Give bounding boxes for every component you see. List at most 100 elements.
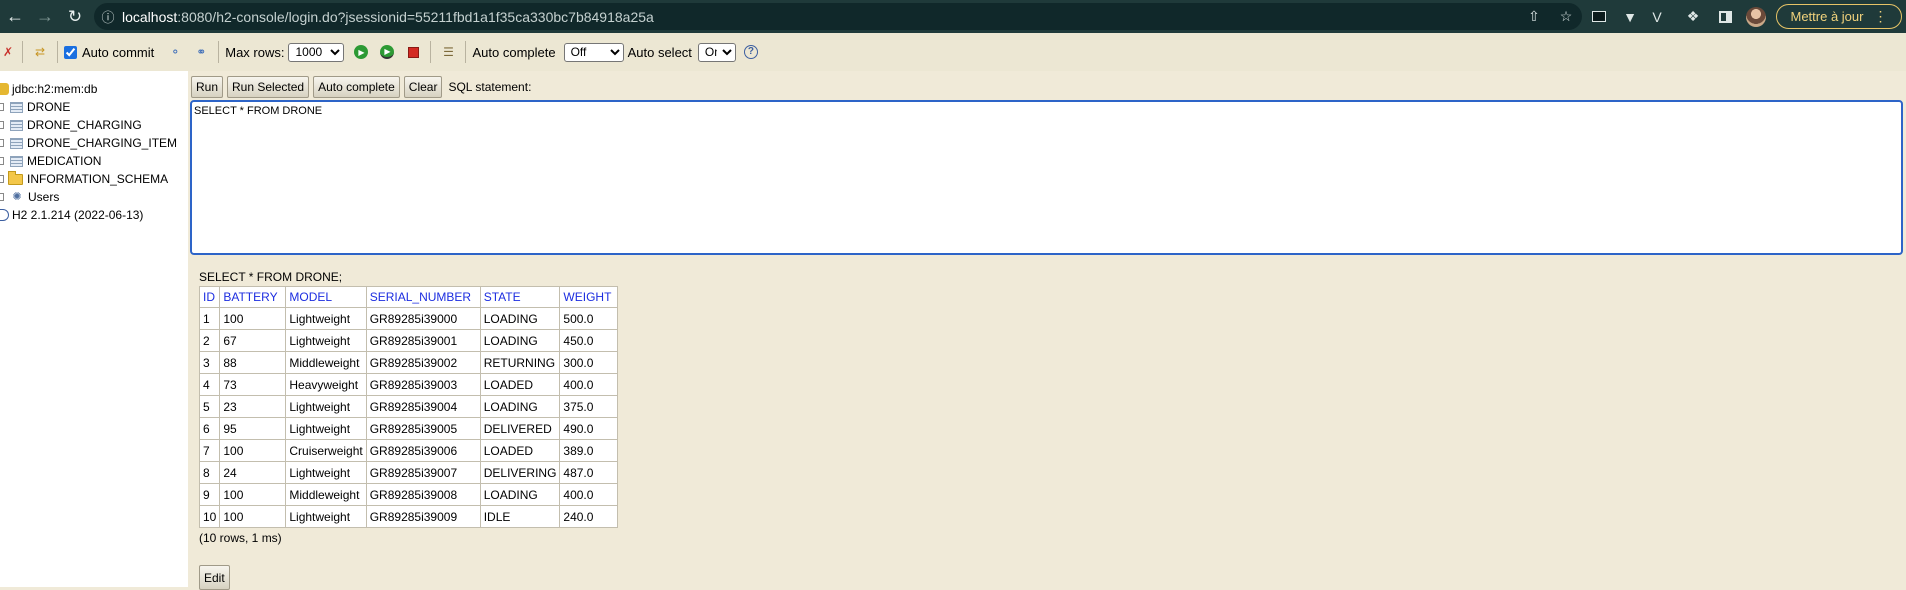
refresh-icon[interactable]: ⇄ xyxy=(29,43,51,61)
run-icon[interactable]: ▶ xyxy=(350,43,372,61)
side-panel-icon[interactable] xyxy=(1712,0,1738,33)
database-icon xyxy=(0,83,9,95)
commit-icon[interactable]: ⚬ xyxy=(164,43,186,61)
help-icon[interactable]: ? xyxy=(740,43,762,61)
auto-select-label: Auto select xyxy=(627,44,692,60)
table-cell: 3 xyxy=(198,351,221,374)
table-row: 10 100 Lightweight GR89285i39009 IDLE 240.0 xyxy=(198,505,619,528)
run-button[interactable]: Run xyxy=(191,76,224,98)
table-cell: 67 xyxy=(219,329,287,352)
expand-icon[interactable] xyxy=(0,188,10,206)
auto-complete-button[interactable]: Auto complete xyxy=(313,76,400,98)
auto-commit-checkbox[interactable] xyxy=(64,45,77,59)
disconnect-icon[interactable]: ✗ xyxy=(0,43,16,61)
table-cell: 7 xyxy=(198,439,221,462)
sql-editor[interactable]: SELECT * FROM DRONE xyxy=(190,100,1903,255)
schema-name: INFORMATION_SCHEMA xyxy=(27,172,169,186)
vue-extension-icon[interactable]: ▼ xyxy=(1617,0,1643,33)
table-cell: DELIVERED xyxy=(479,417,561,440)
history-icon[interactable]: ☰ xyxy=(437,43,459,61)
tree-table-drone[interactable]: DRONE xyxy=(0,98,188,116)
column-header[interactable]: SERIAL_NUMBER xyxy=(365,286,481,308)
table-cell: Lightweight xyxy=(285,307,367,330)
table-cell: 400.0 xyxy=(559,483,619,506)
table-cell: Middleweight xyxy=(285,351,367,374)
column-header[interactable]: ID xyxy=(198,286,221,308)
table-cell: 500.0 xyxy=(559,307,619,330)
table-row: 5 23 Lightweight GR89285i39004 LOADING 375.0 xyxy=(198,395,619,418)
table-name: DRONE_CHARGING xyxy=(27,118,142,132)
table-cell: Lightweight xyxy=(285,395,367,418)
site-info-icon[interactable]: ⓘ xyxy=(94,7,122,26)
result-rows: 1 100 Lightweight GR89285i39000 LOADING 500.0… xyxy=(198,307,619,528)
reload-icon[interactable]: ↻ xyxy=(60,0,90,33)
table-cell: GR89285i39005 xyxy=(365,417,481,440)
terminal-extension-icon[interactable] xyxy=(1586,0,1612,33)
edit-button[interactable]: Edit xyxy=(199,565,230,590)
table-cell: GR89285i39009 xyxy=(365,505,481,528)
update-label: Mettre à jour xyxy=(1790,9,1864,24)
table-cell: 73 xyxy=(219,373,287,396)
tree-users[interactable]: ✺ Users xyxy=(0,188,188,206)
stop-icon[interactable] xyxy=(402,43,424,61)
table-cell: Lightweight xyxy=(285,505,367,528)
expand-icon[interactable] xyxy=(0,152,10,170)
max-rows-select[interactable]: 1000 xyxy=(288,42,345,62)
back-arrow-icon[interactable]: ← xyxy=(0,0,30,33)
table-cell: 2 xyxy=(198,329,221,352)
url-path: :8080/h2-console/login.do?jsessionid=552… xyxy=(177,8,654,25)
table-cell: 100 xyxy=(219,505,287,528)
more-menu-icon: ⋮ xyxy=(1873,8,1888,24)
run-selected-icon[interactable]: ▶ xyxy=(376,43,398,61)
extension-v-icon[interactable]: V xyxy=(1644,0,1670,33)
table-row: 1 100 Lightweight GR89285i39000 LOADING 500.0 xyxy=(198,307,619,330)
tree-connection[interactable]: jdbc:h2:mem:db xyxy=(0,80,188,98)
update-browser-button[interactable]: Mettre à jour ⋮ xyxy=(1776,4,1902,29)
expand-icon[interactable] xyxy=(0,134,10,152)
table-row: 8 24 Lightweight GR89285i39007 DELIVERING 487… xyxy=(198,461,619,484)
auto-complete-label: Auto complete xyxy=(472,44,556,60)
url-host: localhost xyxy=(122,8,178,25)
table-cell: GR89285i39007 xyxy=(365,461,481,484)
table-cell: 8 xyxy=(198,461,221,484)
tree-information-schema[interactable]: INFORMATION_SCHEMA xyxy=(0,170,188,188)
auto-complete-select[interactable]: Off xyxy=(563,42,624,62)
auto-select-select[interactable]: On xyxy=(697,42,736,62)
table-cell: 375.0 xyxy=(559,395,619,418)
table-cell: 450.0 xyxy=(559,329,619,352)
column-header[interactable]: MODEL xyxy=(285,286,367,308)
extensions-puzzle-icon[interactable]: ❖ xyxy=(1680,0,1706,33)
tree-table-medication[interactable]: MEDICATION xyxy=(0,152,188,170)
table-header-row: ID BATTERY MODEL SERIAL_NUMBER STATE WEI… xyxy=(198,286,619,308)
forward-arrow-icon[interactable]: → xyxy=(30,0,60,33)
users-icon: ✺ xyxy=(12,191,22,203)
tree-table-drone-charging[interactable]: DRONE_CHARGING xyxy=(0,116,188,134)
table-cell: Cruiserweight xyxy=(285,439,367,462)
profile-avatar[interactable] xyxy=(1746,7,1766,27)
column-header[interactable]: STATE xyxy=(479,286,561,308)
version-label: H2 2.1.214 (2022-06-13) xyxy=(12,208,144,222)
expand-icon[interactable] xyxy=(0,170,8,188)
table-cell: 389.0 xyxy=(559,439,619,462)
auto-commit-toggle[interactable]: Auto commit xyxy=(64,45,154,60)
table-icon xyxy=(10,155,23,167)
tree-table-drone-charging-item[interactable]: DRONE_CHARGING_ITEM xyxy=(0,134,188,152)
share-icon[interactable]: ⇧ xyxy=(1518,8,1550,25)
bookmark-star-icon[interactable]: ☆ xyxy=(1550,8,1582,25)
run-selected-button[interactable]: Run Selected xyxy=(227,76,310,98)
table-cell: GR89285i39000 xyxy=(365,307,481,330)
table-cell: LOADING xyxy=(479,395,561,418)
table-row: 7 100 Cruiserweight GR89285i39006 LOADED 389.… xyxy=(198,439,619,462)
address-bar[interactable]: ⓘ localhost:8080/h2-console/login.do?jse… xyxy=(94,3,1582,30)
table-cell: 490.0 xyxy=(559,417,619,440)
table-cell: LOADING xyxy=(479,483,561,506)
column-header[interactable]: WEIGHT xyxy=(559,286,619,308)
table-cell: 4 xyxy=(198,373,221,396)
url-text[interactable]: localhost:8080/h2-console/login.do?jsess… xyxy=(122,9,654,25)
clear-button[interactable]: Clear xyxy=(403,76,443,98)
expand-icon[interactable] xyxy=(0,98,10,116)
expand-icon[interactable] xyxy=(0,116,10,134)
table-cell: LOADING xyxy=(479,307,561,330)
rollback-icon[interactable]: ⚭ xyxy=(190,43,212,61)
column-header[interactable]: BATTERY xyxy=(219,286,287,308)
